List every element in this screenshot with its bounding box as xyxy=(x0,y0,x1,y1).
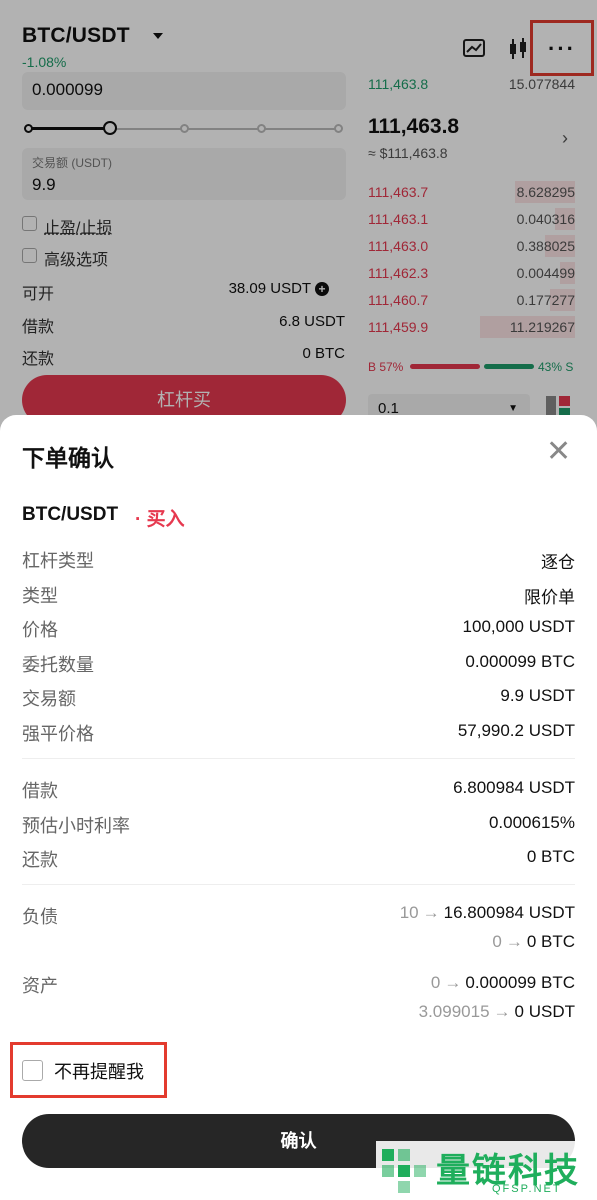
detail-label: 类型 xyxy=(22,585,58,606)
order-confirm-modal: 下单确认 ✕ BTC/USDT · 买入 杠杆类型 逐仓类型 限价单价格 100,00… xyxy=(0,415,597,1200)
detail-value: 9.9 USDT xyxy=(500,686,575,705)
no-remind-label[interactable]: 不再提醒我 xyxy=(54,1058,144,1084)
liability-label: 负债 xyxy=(22,907,58,927)
detail-label: 交易额 xyxy=(22,689,76,709)
divider xyxy=(22,758,575,759)
arrow-right-icon: → xyxy=(444,973,462,992)
detail-label: 还款 xyxy=(22,850,58,870)
from-value: 3.099015 xyxy=(418,1002,490,1021)
to-value: 0 USDT xyxy=(514,1002,575,1021)
detail-label: 强平价格 xyxy=(22,723,94,744)
detail-label: 价格 xyxy=(22,620,58,640)
arrow-right-icon: → xyxy=(422,903,440,922)
detail-label: 预估小时利率 xyxy=(22,815,130,836)
detail-value: 限价单 xyxy=(524,587,575,607)
to-value: 0.000099 BTC xyxy=(465,973,575,992)
transition-value: 0 → 0 BTC xyxy=(492,932,575,952)
transition-value: 10 → 16.800984 USDT xyxy=(400,903,575,923)
assets-label: 资产 xyxy=(22,976,58,996)
transition-value: 0 → 0.000099 BTC xyxy=(431,973,575,993)
detail-value: 0.000615% xyxy=(488,812,575,832)
close-icon[interactable]: ✕ xyxy=(546,437,571,467)
detail-label: 委托数量 xyxy=(22,654,94,675)
detail-value: 0 BTC xyxy=(526,847,575,866)
detail-value: 逐仓 xyxy=(541,553,575,572)
from-value: 10 xyxy=(399,903,419,922)
detail-value: 57,990.2 USDT xyxy=(457,720,575,740)
detail-label: 杠杆类型 xyxy=(22,551,94,571)
from-value: 0 xyxy=(430,973,441,992)
watermark-logo-icon xyxy=(382,1149,426,1193)
detail-label: 借款 xyxy=(22,781,58,801)
arrow-right-icon: → xyxy=(493,1002,511,1021)
arrow-right-icon: → xyxy=(505,932,523,951)
modal-pair: BTC/USDT xyxy=(22,504,119,525)
from-value: 0 xyxy=(492,932,502,951)
transition-value: 3.099015 → 0 USDT xyxy=(419,1002,575,1022)
to-value: 0 BTC xyxy=(526,932,575,951)
detail-value: 0.000099 BTC xyxy=(465,651,575,671)
divider xyxy=(22,884,575,885)
no-remind-checkbox[interactable] xyxy=(22,1060,43,1081)
detail-value: 100,000 USDT xyxy=(462,617,575,636)
to-value: 16.800984 USDT xyxy=(443,903,575,922)
detail-value: 6.800984 USDT xyxy=(453,778,575,797)
modal-side: · 买入 xyxy=(135,509,185,530)
modal-title: 下单确认 xyxy=(22,445,114,471)
watermark-sub: QFSP.NET xyxy=(492,1183,562,1195)
